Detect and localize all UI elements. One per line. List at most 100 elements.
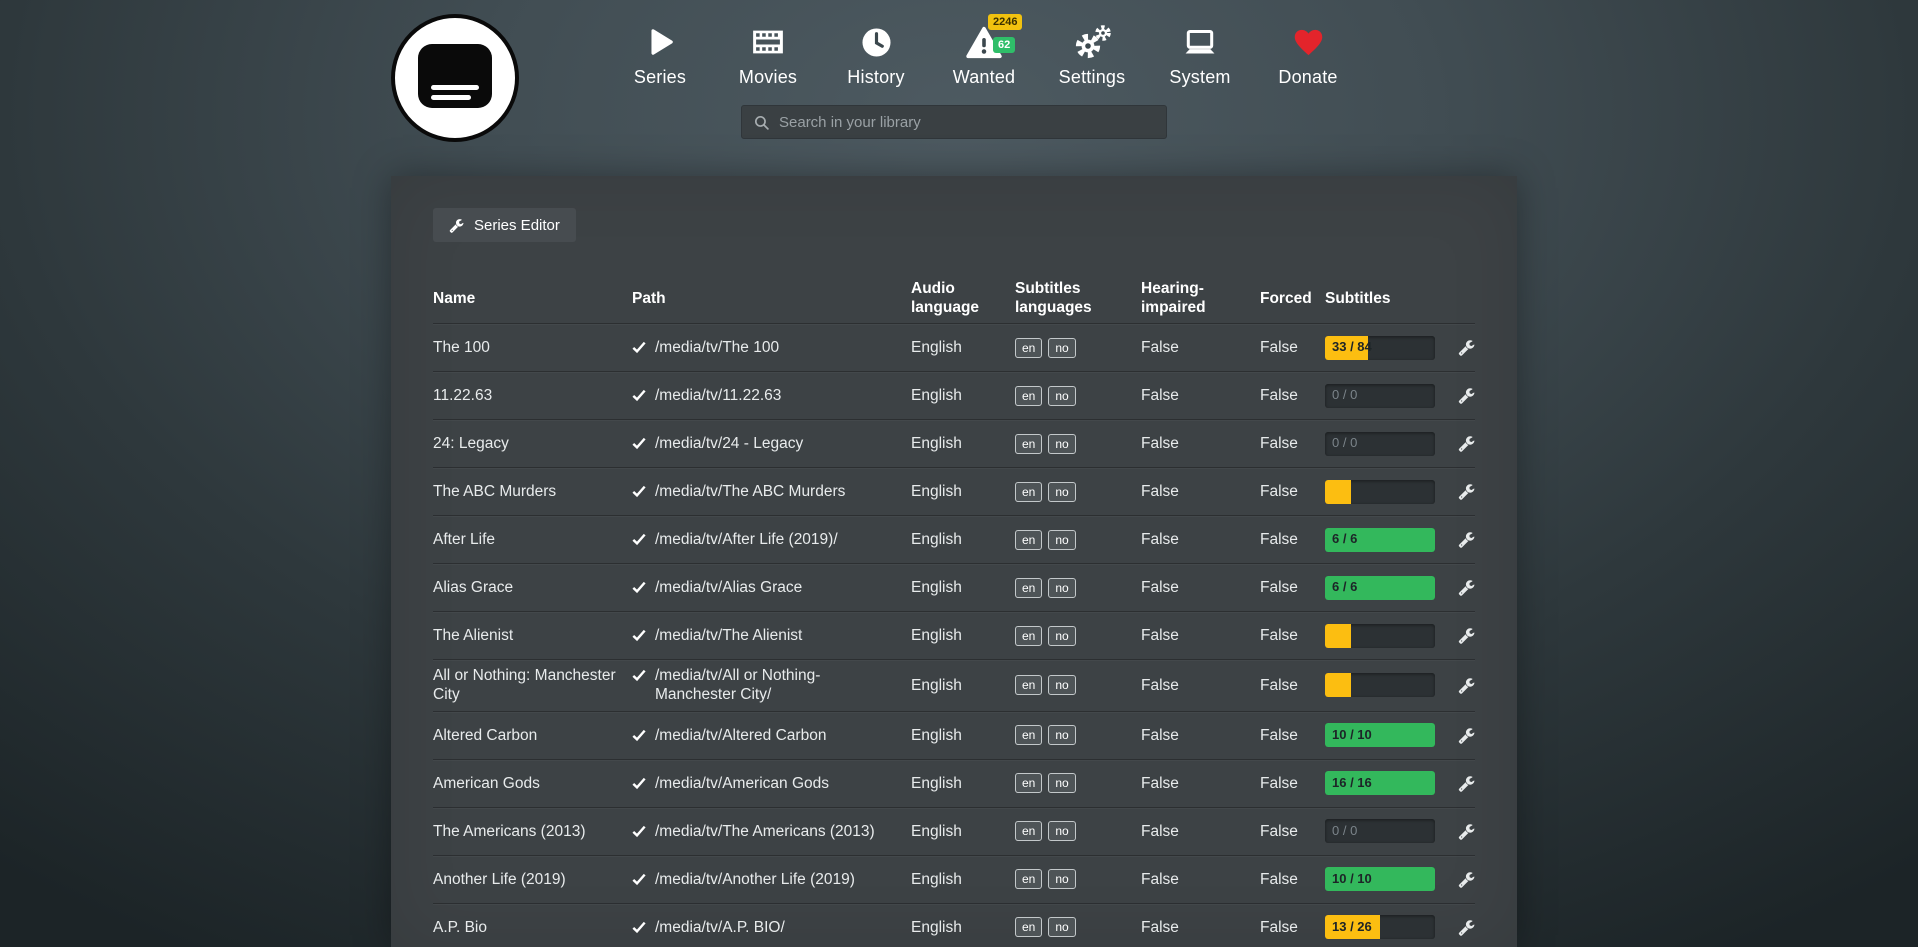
column-header-forced: Forced — [1260, 290, 1325, 309]
audio-language: English — [911, 620, 1015, 651]
wrench-icon[interactable] — [1458, 531, 1475, 548]
language-badge: no — [1048, 917, 1075, 937]
wrench-icon[interactable] — [1458, 483, 1475, 500]
nav-item-system[interactable]: System — [1146, 20, 1254, 88]
series-name: Alias Grace — [433, 572, 632, 603]
series-table-body: The 100/media/tv/The 100EnglishennoFalse… — [433, 323, 1475, 947]
subtitles-languages: enno — [1015, 572, 1141, 604]
table-row[interactable]: 24: Legacy/media/tv/24 - LegacyEnglishen… — [433, 419, 1475, 467]
wrench-icon[interactable] — [1458, 579, 1475, 596]
subtitles-progress — [1325, 618, 1457, 654]
progress-bar: 0 / 0 — [1325, 384, 1435, 408]
film-icon — [750, 20, 786, 64]
subtitles-languages: enno — [1015, 719, 1141, 751]
bazarr-logo[interactable] — [391, 14, 519, 142]
series-editor-button[interactable]: Series Editor — [433, 208, 576, 242]
nav-label-donate: Donate — [1278, 67, 1337, 88]
wrench-icon[interactable] — [1458, 627, 1475, 644]
check-icon — [632, 668, 646, 682]
progress-bar: 33 / 84 — [1325, 336, 1435, 360]
nav-item-history[interactable]: History — [822, 20, 930, 88]
table-row[interactable]: A.P. Bio/media/tv/A.P. BIO/EnglishennoFa… — [433, 903, 1475, 947]
wrench-icon[interactable] — [1458, 435, 1475, 452]
audio-language: English — [911, 476, 1015, 507]
nav-item-wanted[interactable]: Wanted224662 — [930, 20, 1038, 88]
check-icon — [632, 580, 646, 594]
wrench-icon[interactable] — [1458, 387, 1475, 404]
table-row[interactable]: All or Nothing: Manchester City/media/tv… — [433, 659, 1475, 711]
series-name: 11.22.63 — [433, 380, 632, 411]
progress-bar: 6 / 6 — [1325, 528, 1435, 552]
series-path: /media/tv/The 100 — [632, 332, 911, 363]
subtitles-progress: 16 / 16 — [1325, 765, 1457, 801]
progress-label: 16 / 16 — [1332, 771, 1372, 795]
nav-item-movies[interactable]: Movies — [714, 20, 822, 88]
wrench-icon[interactable] — [1458, 919, 1475, 936]
nav-label-history: History — [847, 67, 904, 88]
nav-label-series: Series — [634, 67, 686, 88]
progress-label: 13 / 26 — [1332, 915, 1372, 939]
audio-language: English — [911, 524, 1015, 555]
progress-bar: 10 / 10 — [1325, 723, 1435, 747]
progress-bar: 16 / 16 — [1325, 771, 1435, 795]
progress-bar — [1325, 624, 1435, 648]
language-badge: en — [1015, 530, 1042, 550]
subtitles-progress: 10 / 10 — [1325, 717, 1457, 753]
table-row[interactable]: Altered Carbon/media/tv/Altered CarbonEn… — [433, 711, 1475, 759]
nav-item-donate[interactable]: Donate — [1254, 20, 1362, 88]
series-path: /media/tv/The Alienist — [632, 620, 911, 651]
language-badge: no — [1048, 725, 1075, 745]
table-row[interactable]: 11.22.63/media/tv/11.22.63EnglishennoFal… — [433, 371, 1475, 419]
progress-label: 0 / 0 — [1332, 384, 1357, 408]
check-icon — [632, 388, 646, 402]
logo-screen-icon — [418, 44, 492, 108]
subtitles-progress — [1325, 667, 1457, 703]
language-badge: en — [1015, 578, 1042, 598]
nav-item-series[interactable]: Series — [606, 20, 714, 88]
wrench-icon[interactable] — [1458, 871, 1475, 888]
table-row[interactable]: The Americans (2013)/media/tv/The Americ… — [433, 807, 1475, 855]
language-badge: no — [1048, 482, 1075, 502]
progress-bar: 6 / 6 — [1325, 576, 1435, 600]
series-name: The Alienist — [433, 620, 632, 651]
table-row[interactable]: After Life/media/tv/After Life (2019)/En… — [433, 515, 1475, 563]
subtitles-progress: 6 / 6 — [1325, 522, 1457, 558]
hearing-impaired-value: False — [1141, 768, 1260, 799]
subtitles-progress: 0 / 0 — [1325, 426, 1457, 462]
table-row[interactable]: Another Life (2019)/media/tv/Another Lif… — [433, 855, 1475, 903]
subtitles-languages: enno — [1015, 332, 1141, 364]
series-path: /media/tv/After Life (2019)/ — [632, 524, 911, 555]
audio-language: English — [911, 816, 1015, 847]
audio-language: English — [911, 380, 1015, 411]
wrench-icon[interactable] — [1458, 823, 1475, 840]
series-name: 24: Legacy — [433, 428, 632, 459]
wrench-icon — [449, 218, 464, 233]
hearing-impaired-value: False — [1141, 428, 1260, 459]
language-badge: en — [1015, 386, 1042, 406]
wrench-icon[interactable] — [1458, 339, 1475, 356]
table-row[interactable]: Alias Grace/media/tv/Alias GraceEnglishe… — [433, 563, 1475, 611]
table-row[interactable]: The Alienist/media/tv/The AlienistEnglis… — [433, 611, 1475, 659]
table-row[interactable]: The ABC Murders/media/tv/The ABC Murders… — [433, 467, 1475, 515]
wrench-icon[interactable] — [1458, 727, 1475, 744]
series-name: American Gods — [433, 768, 632, 799]
series-name: Another Life (2019) — [433, 864, 632, 895]
search-input[interactable] — [779, 114, 1155, 131]
check-icon — [632, 872, 646, 886]
hearing-impaired-value: False — [1141, 332, 1260, 363]
wanted-secondary-badge: 62 — [993, 37, 1015, 53]
progress-label: 10 / 10 — [1332, 867, 1372, 891]
search-icon — [753, 114, 770, 131]
language-badge: no — [1048, 869, 1075, 889]
wrench-icon[interactable] — [1458, 677, 1475, 694]
subtitles-languages: enno — [1015, 911, 1141, 943]
check-icon — [632, 728, 646, 742]
progress-label: 10 / 10 — [1332, 723, 1372, 747]
wrench-icon[interactable] — [1458, 775, 1475, 792]
nav-label-wanted: Wanted — [953, 67, 1016, 88]
language-badge: no — [1048, 773, 1075, 793]
table-row[interactable]: The 100/media/tv/The 100EnglishennoFalse… — [433, 323, 1475, 371]
table-row[interactable]: American Gods/media/tv/American GodsEngl… — [433, 759, 1475, 807]
nav-item-settings[interactable]: Settings — [1038, 20, 1146, 88]
language-badge: en — [1015, 482, 1042, 502]
